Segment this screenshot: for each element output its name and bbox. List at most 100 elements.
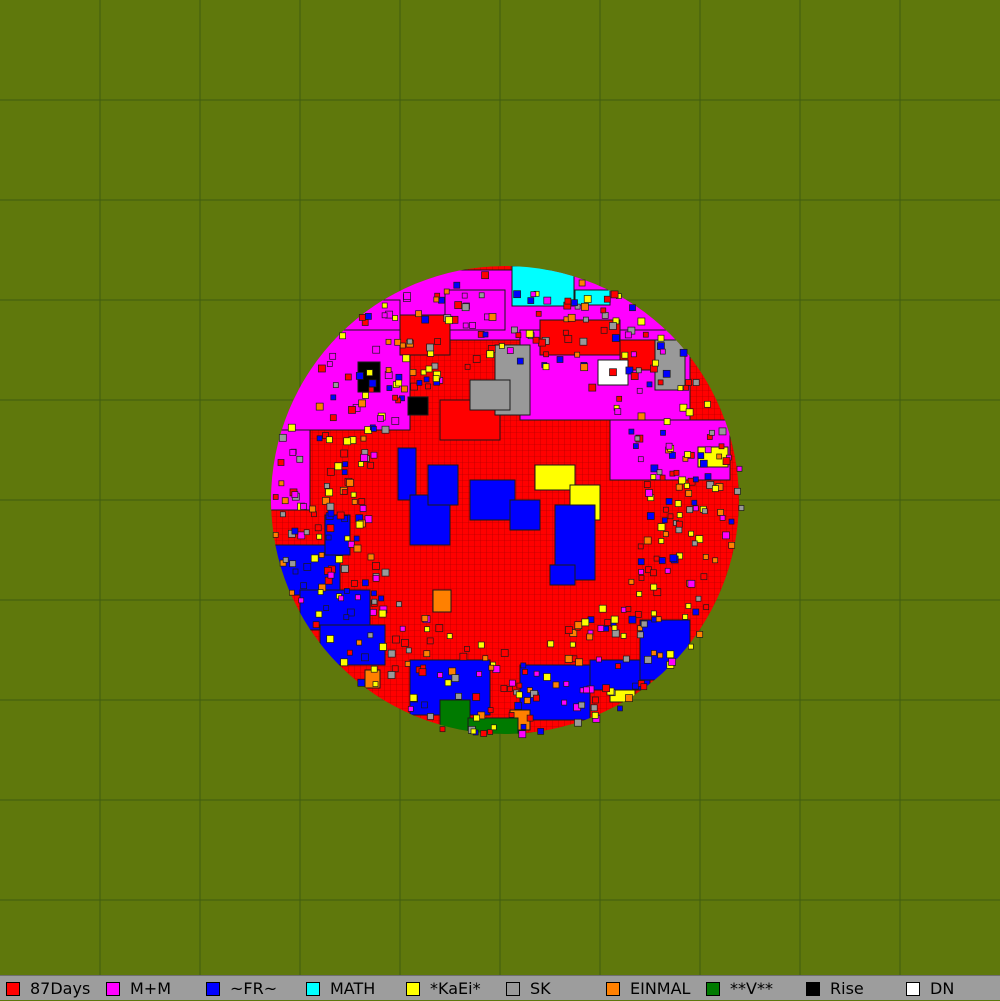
territory-cell bbox=[350, 491, 357, 498]
territory-cell bbox=[583, 686, 590, 694]
territory-cell bbox=[552, 681, 560, 689]
territory-cell bbox=[344, 588, 350, 594]
territory-cell bbox=[381, 568, 390, 577]
territory-cell bbox=[700, 573, 708, 581]
territory-cell bbox=[312, 621, 320, 629]
territory-cell bbox=[518, 730, 527, 739]
territory-cell bbox=[712, 485, 719, 492]
territory-cell bbox=[527, 297, 535, 304]
territory-cell bbox=[652, 359, 659, 367]
territory-cell bbox=[405, 647, 412, 654]
territory-cell bbox=[443, 288, 450, 295]
legend-swatch-dn bbox=[906, 981, 920, 996]
territory-cell bbox=[392, 315, 398, 321]
territory-cell bbox=[611, 624, 618, 631]
territory-cell bbox=[338, 595, 344, 602]
territory-cell bbox=[676, 512, 683, 518]
territory-cell bbox=[385, 338, 392, 345]
territory-cell bbox=[621, 351, 629, 359]
territory-cell bbox=[637, 543, 644, 550]
territory-cell bbox=[343, 437, 352, 446]
territory-fr bbox=[397, 447, 417, 501]
territory-cell bbox=[488, 664, 495, 671]
territory-cell bbox=[409, 369, 417, 376]
legend-swatch-kaei bbox=[406, 981, 420, 996]
territory-cell bbox=[423, 650, 431, 658]
territory-cell bbox=[473, 714, 480, 722]
territory-cell bbox=[406, 338, 413, 345]
territory-cell bbox=[547, 640, 555, 648]
territory-cell bbox=[696, 631, 704, 638]
territory-cell bbox=[575, 658, 583, 667]
territory-cell bbox=[341, 469, 348, 476]
territory-cell bbox=[686, 506, 694, 514]
territory-cell bbox=[395, 373, 403, 381]
territory-cell bbox=[326, 467, 335, 476]
territory-cell bbox=[372, 562, 380, 570]
territory-cell bbox=[520, 662, 527, 669]
territory-cell bbox=[297, 531, 306, 540]
territory-cell bbox=[581, 302, 589, 311]
territory-cell bbox=[329, 414, 337, 422]
territory-cell bbox=[326, 436, 333, 444]
territory-cell bbox=[316, 533, 323, 540]
team-legend: 87Days M+M ~FR~ MATH *KaEi* SK EINMAL **… bbox=[0, 975, 1000, 1000]
territory-cell bbox=[325, 534, 332, 541]
legend-swatch-87days bbox=[6, 981, 20, 996]
territory-cell bbox=[318, 364, 326, 373]
territory-cell bbox=[650, 583, 658, 591]
territory-cell bbox=[330, 394, 337, 401]
territory-cell bbox=[476, 671, 482, 677]
legend-label-v: **V** bbox=[730, 979, 773, 998]
territory-cell bbox=[421, 701, 428, 709]
territory-cell bbox=[656, 469, 663, 476]
territory-cell bbox=[722, 531, 730, 540]
territory-cell bbox=[325, 488, 333, 497]
legend-label-math: MATH bbox=[330, 979, 376, 998]
territory-cell bbox=[272, 532, 279, 538]
territory-cell bbox=[657, 523, 666, 531]
territory-cell bbox=[678, 476, 687, 485]
territory-cell bbox=[658, 538, 665, 544]
territory-cell bbox=[401, 639, 409, 647]
territory-cell bbox=[646, 512, 655, 520]
territory-cell bbox=[675, 520, 683, 528]
territory-cell bbox=[660, 429, 666, 436]
territory-cell bbox=[358, 314, 366, 321]
territory-cell bbox=[303, 563, 312, 571]
territory-cell bbox=[277, 459, 285, 466]
territory-cell bbox=[371, 590, 377, 597]
territory-cell bbox=[343, 614, 350, 621]
territory-einmal bbox=[432, 589, 452, 613]
territory-cell bbox=[326, 635, 335, 643]
territory-cell bbox=[300, 582, 307, 590]
territory-cell bbox=[455, 692, 462, 700]
territory-cell bbox=[574, 621, 583, 630]
territory-cell bbox=[712, 557, 719, 564]
world-map[interactable] bbox=[0, 0, 1000, 975]
territory-cell bbox=[734, 487, 741, 495]
territory-cell bbox=[728, 518, 735, 525]
territory-cell bbox=[646, 381, 653, 388]
territory-cell bbox=[628, 578, 635, 585]
territory-cell bbox=[722, 457, 731, 465]
territory-cell bbox=[421, 615, 429, 622]
territory-cell bbox=[311, 511, 317, 518]
territory-cell bbox=[387, 671, 396, 679]
legend-label-dn: DN bbox=[930, 979, 955, 998]
territory-cell bbox=[344, 373, 352, 381]
territory-cell bbox=[427, 713, 434, 720]
territory-cell bbox=[685, 603, 692, 609]
territory-cell bbox=[348, 406, 356, 414]
territory-cell bbox=[482, 331, 489, 338]
territory-87days-patch bbox=[539, 319, 621, 356]
legend-swatch-sk bbox=[506, 981, 520, 996]
territory-cell bbox=[692, 379, 700, 386]
territory-cell bbox=[650, 650, 657, 656]
territory-cell bbox=[296, 455, 304, 463]
territory-cell bbox=[574, 718, 582, 727]
territory-cell bbox=[640, 620, 648, 628]
territory-cell bbox=[675, 526, 683, 534]
territory-cell bbox=[362, 392, 369, 399]
territory-cell bbox=[602, 684, 610, 693]
